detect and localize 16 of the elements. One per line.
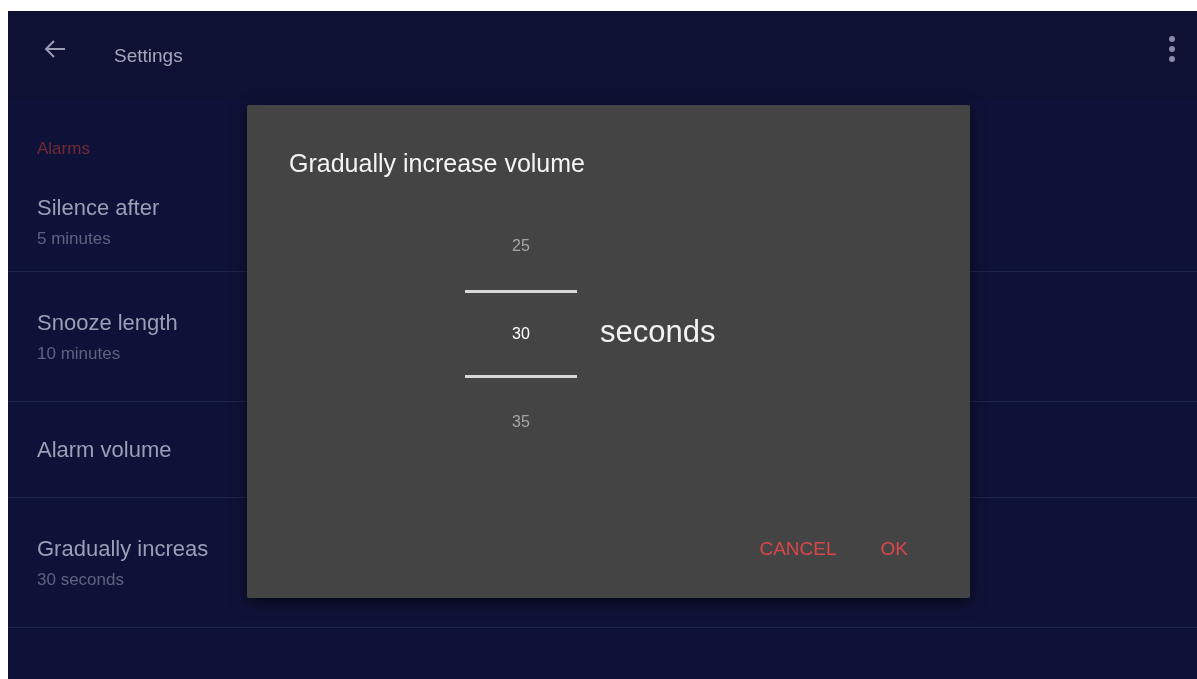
setting-title[interactable]: Silence after [37,195,160,221]
more-options-icon[interactable] [1169,36,1175,62]
setting-title[interactable]: Snooze length [37,309,178,336]
back-arrow-icon[interactable] [44,40,66,58]
section-header: Alarms [37,139,90,160]
picker-value[interactable]: 25 [465,202,577,290]
setting-summary: 30 seconds [37,569,124,590]
setting-summary: 5 minutes [37,229,111,249]
setting-summary: 10 minutes [37,343,121,364]
setting-title[interactable]: Alarm volume [37,436,172,463]
app-bar-title: Settings [114,45,183,67]
dialog-title: Gradually increase volume [288,148,586,178]
unit-label: seconds [600,314,716,350]
picker-value[interactable]: 35 [465,378,577,466]
setting-title[interactable]: Gradually increas [37,535,209,562]
picker-value[interactable]: 30 [465,290,577,378]
